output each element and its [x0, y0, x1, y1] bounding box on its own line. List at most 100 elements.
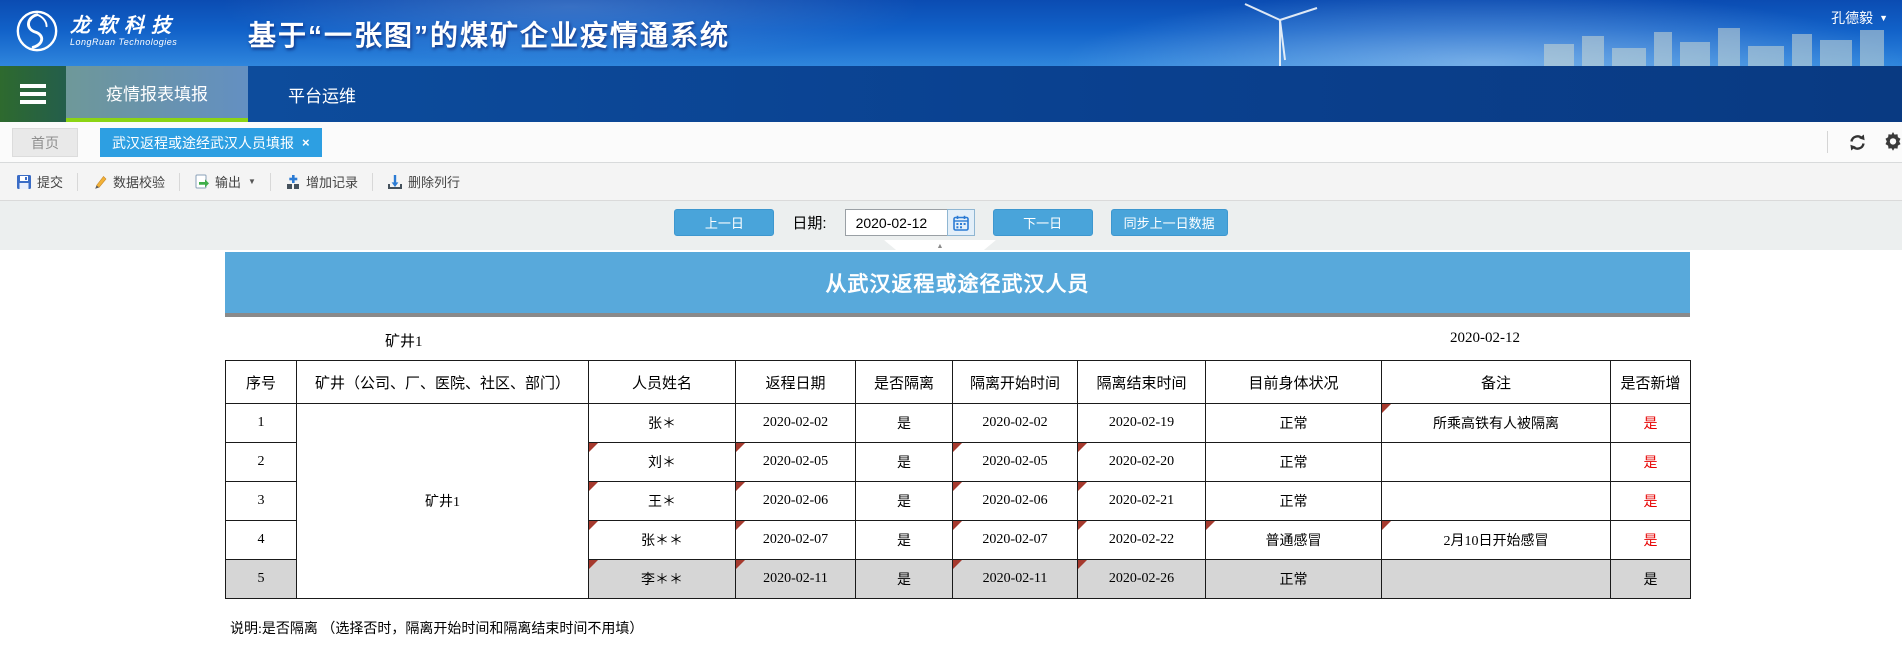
cell-person-name[interactable]: 王＊ — [589, 482, 736, 521]
sync-previous-day-button[interactable]: 同步上一日数据 — [1111, 209, 1228, 236]
nav-tab-report-filling[interactable]: 疫情报表填报 — [66, 66, 248, 122]
comment-marker — [1078, 482, 1087, 491]
column-header: 返程日期 — [736, 361, 856, 404]
comment-marker — [1078, 560, 1087, 569]
cell-quarantine-end[interactable]: 2020-02-21 — [1078, 482, 1206, 521]
cell-is-quarantined[interactable]: 是 — [856, 521, 953, 560]
submit-button[interactable]: 提交 — [10, 172, 69, 191]
cell-return-date[interactable]: 2020-02-02 — [736, 404, 856, 443]
cell-row-number: 5 — [226, 560, 297, 599]
cell-person-name[interactable]: 李＊＊ — [589, 560, 736, 599]
divider — [179, 173, 180, 191]
export-icon — [194, 174, 210, 190]
column-header: 矿井（公司、厂、医院、社区、部门） — [297, 361, 589, 404]
comment-marker — [953, 482, 962, 491]
cell-is-quarantined[interactable]: 是 — [856, 404, 953, 443]
comment-marker — [1382, 404, 1391, 413]
cell-person-name[interactable]: 张＊ — [589, 404, 736, 443]
document-tabbar: 首页 武汉返程或途经武汉人员填报 × — [0, 122, 1902, 163]
report-toolbar: 提交 数据校验 输出 ▼ 增加记录 删除列行 — [0, 163, 1902, 201]
tab-home[interactable]: 首页 — [12, 128, 78, 157]
nav-tab-platform-ops[interactable]: 平台运维 — [248, 66, 396, 122]
cell-remark[interactable]: 所乘高铁有人被隔离 — [1382, 404, 1611, 443]
comment-marker — [1078, 443, 1087, 452]
tab-wuhan-report[interactable]: 武汉返程或途经武汉人员填报 × — [100, 128, 322, 157]
table-head: 序号矿井（公司、厂、医院、社区、部门）人员姓名返程日期是否隔离隔离开始时间隔离结… — [226, 361, 1691, 404]
cell-remark[interactable] — [1382, 560, 1611, 599]
nav-tab-label: 疫情报表填报 — [106, 80, 208, 105]
cell-return-date[interactable]: 2020-02-07 — [736, 521, 856, 560]
cell-health-status[interactable]: 正常 — [1206, 443, 1382, 482]
hamburger-icon — [20, 84, 46, 104]
tabbar-actions — [1827, 122, 1902, 162]
prev-day-button[interactable]: 上一日 — [674, 209, 774, 236]
cell-is-quarantined[interactable]: 是 — [856, 482, 953, 521]
cell-quarantine-end[interactable]: 2020-02-26 — [1078, 560, 1206, 599]
report-panel: 从武汉返程或途径武汉人员 矿井1 2020-02-12 序号矿井（公司、厂、医院… — [0, 250, 1902, 661]
cell-quarantine-start[interactable]: 2020-02-05 — [953, 443, 1078, 482]
cell-is-new: 是 — [1611, 560, 1691, 599]
settings-button[interactable] — [1875, 132, 1902, 152]
nav-tab-label: 平台运维 — [288, 82, 356, 107]
comment-marker — [589, 560, 598, 569]
validate-icon — [92, 174, 108, 190]
toolbar-item-label: 输出 — [215, 172, 241, 191]
report-date: 2020-02-12 — [1450, 330, 1520, 347]
cell-quarantine-end[interactable]: 2020-02-22 — [1078, 521, 1206, 560]
refresh-button[interactable] — [1840, 133, 1875, 152]
report-meta-row: 矿井1 2020-02-12 — [225, 325, 1690, 355]
next-day-button[interactable]: 下一日 — [993, 209, 1093, 236]
comment-marker — [1078, 521, 1087, 530]
cell-return-date[interactable]: 2020-02-06 — [736, 482, 856, 521]
cell-mine[interactable]: 矿井1 — [297, 404, 589, 599]
cell-return-date[interactable]: 2020-02-05 — [736, 443, 856, 482]
cell-health-status[interactable]: 正常 — [1206, 482, 1382, 521]
column-header: 序号 — [226, 361, 297, 404]
cell-quarantine-start[interactable]: 2020-02-02 — [953, 404, 1078, 443]
delete-row-button[interactable]: 删除列行 — [381, 172, 466, 191]
cell-quarantine-start[interactable]: 2020-02-11 — [953, 560, 1078, 599]
cell-quarantine-end[interactable]: 2020-02-19 — [1078, 404, 1206, 443]
logo-cn-text: 龙软科技 — [70, 15, 178, 37]
comment-marker — [953, 521, 962, 530]
export-button[interactable]: 输出 ▼ — [188, 172, 262, 191]
cell-return-date[interactable]: 2020-02-11 — [736, 560, 856, 599]
calendar-picker-button[interactable] — [947, 209, 975, 236]
column-header: 备注 — [1382, 361, 1611, 404]
cell-quarantine-start[interactable]: 2020-02-06 — [953, 482, 1078, 521]
cell-row-number: 4 — [226, 521, 297, 560]
table-body: 1矿井1张＊2020-02-02是2020-02-022020-02-19正常所… — [226, 404, 1691, 599]
toolbar-item-label: 删除列行 — [408, 172, 460, 191]
comment-marker — [953, 560, 962, 569]
date-label: 日期: — [792, 212, 826, 233]
cell-is-new: 是 — [1611, 521, 1691, 560]
cell-is-quarantined[interactable]: 是 — [856, 560, 953, 599]
cell-health-status[interactable]: 正常 — [1206, 404, 1382, 443]
cell-health-status[interactable]: 正常 — [1206, 560, 1382, 599]
city-skyline-decoration — [1542, 26, 1902, 66]
cell-remark[interactable]: 2月10日开始感冒 — [1382, 521, 1611, 560]
hamburger-menu-button[interactable] — [0, 66, 66, 122]
cell-health-status[interactable]: 普通感冒 — [1206, 521, 1382, 560]
cell-remark[interactable] — [1382, 443, 1611, 482]
cell-is-new: 是 — [1611, 482, 1691, 521]
data-validate-button[interactable]: 数据校验 — [86, 172, 171, 191]
cell-is-new: 是 — [1611, 443, 1691, 482]
cell-quarantine-end[interactable]: 2020-02-20 — [1078, 443, 1206, 482]
cell-is-quarantined[interactable]: 是 — [856, 443, 953, 482]
cell-person-name[interactable]: 刘＊ — [589, 443, 736, 482]
cell-person-name[interactable]: 张＊＊ — [589, 521, 736, 560]
personnel-table: 序号矿井（公司、厂、医院、社区、部门）人员姓名返程日期是否隔离隔离开始时间隔离结… — [225, 360, 1691, 599]
cell-is-new: 是 — [1611, 404, 1691, 443]
tab-close-icon[interactable]: × — [302, 135, 310, 150]
main-nav: 疫情报表填报 平台运维 — [0, 66, 1902, 122]
comment-marker — [589, 443, 598, 452]
add-record-button[interactable]: 增加记录 — [279, 172, 364, 191]
column-header: 目前身体状况 — [1206, 361, 1382, 404]
user-menu[interactable]: 孔德毅 ▼ — [1831, 8, 1888, 28]
cell-quarantine-start[interactable]: 2020-02-07 — [953, 521, 1078, 560]
date-input[interactable] — [845, 209, 947, 236]
column-header: 是否隔离 — [856, 361, 953, 404]
cell-row-number: 1 — [226, 404, 297, 443]
cell-remark[interactable] — [1382, 482, 1611, 521]
